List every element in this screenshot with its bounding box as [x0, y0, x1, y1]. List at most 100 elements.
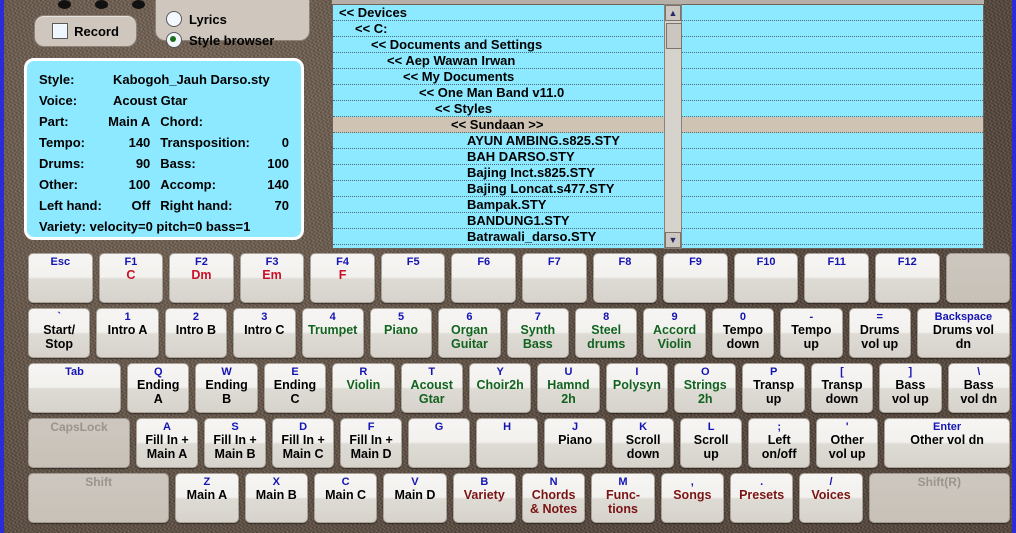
key-f8[interactable]: F8: [592, 253, 658, 303]
scrollbar-thumb[interactable]: [666, 23, 682, 49]
browser-row[interactable]: << Aep Wawan Irwan: [333, 53, 983, 69]
key-h[interactable]: H: [476, 418, 539, 468]
key-accord-violin[interactable]: 9 Accord Violin: [643, 308, 706, 358]
browser-row[interactable]: << Documents and Settings: [333, 37, 983, 53]
browser-row[interactable]: BANDUNG1.STY: [333, 213, 983, 229]
key-em[interactable]: F3 Em: [239, 253, 305, 303]
key-tempo-up[interactable]: - Tempo up: [780, 308, 843, 358]
radio-style-browser[interactable]: Style browser: [166, 32, 299, 48]
key-steel-drums[interactable]: 8 Steel drums: [575, 308, 638, 358]
key-f[interactable]: F4 F: [310, 253, 375, 303]
browser-row[interactable]: << C:: [333, 21, 983, 37]
key-fill-in-main-d[interactable]: F Fill In + Main D: [340, 418, 403, 468]
key-tempo-down[interactable]: 0 Tempo down: [711, 308, 775, 358]
key-start-stop[interactable]: ` Start/Stop: [28, 308, 91, 358]
key-piano[interactable]: 5 Piano: [369, 308, 433, 358]
key-intro-c[interactable]: 3 Intro C: [233, 308, 296, 358]
browser-row[interactable]: << One Man Band v11.0: [333, 85, 983, 101]
record-checkbox[interactable]: [52, 23, 69, 39]
info-label: Voice:: [39, 93, 78, 108]
key-f10[interactable]: F10: [733, 253, 799, 303]
key-esc[interactable]: Esc: [28, 253, 93, 303]
key-function-label: C: [126, 268, 136, 282]
browser-row[interactable]: << Devices: [333, 5, 983, 21]
key-intro-a[interactable]: 1 Intro A: [96, 308, 159, 358]
key-function-label: Transp down: [821, 378, 863, 406]
key-f12[interactable]: F12: [874, 253, 940, 303]
key-fill-in-main-c[interactable]: D Fill In + Main C: [272, 418, 335, 468]
key-acoust-gtar[interactable]: T Acoust Gtar: [400, 363, 463, 413]
key-chords-notes[interactable]: N Chords & Notes: [521, 473, 586, 523]
key-transp-up[interactable]: P Transp up: [742, 363, 805, 413]
key-strings-2h[interactable]: O Strings 2h: [674, 363, 737, 413]
key-function-label: Steel drums: [587, 323, 626, 351]
key-trumpet[interactable]: 4 Trumpet: [301, 308, 364, 358]
scroll-up-icon[interactable]: ▲: [665, 5, 681, 21]
virtual-keyboard[interactable]: Esc F1 C F2 Dm F3 Em F4 F F5 F6 F7 F8 F9 F10 F11 F12 ` Sta…: [0, 253, 1016, 533]
key-main-d[interactable]: V Main D: [383, 473, 447, 523]
key-main-a[interactable]: Z Main A: [175, 473, 239, 523]
key-g[interactable]: G: [408, 418, 471, 468]
key-drums-vol-up[interactable]: = Drums vol up: [848, 308, 911, 358]
key-function-label: Voices: [811, 488, 851, 502]
info-label-2: Transposition:: [160, 135, 250, 150]
key-drums-vol-dn[interactable]: Backspace Drums vol dn: [916, 308, 1010, 358]
key-c[interactable]: F1 C: [98, 253, 164, 303]
key-scroll-up[interactable]: L Scroll up: [680, 418, 743, 468]
key-main-b[interactable]: X Main B: [244, 473, 308, 523]
key-main-c[interactable]: C Main C: [313, 473, 378, 523]
key-tab[interactable]: Tab: [28, 363, 122, 413]
style-file-browser[interactable]: << Devices << C: << Documents and Settings…: [332, 4, 984, 249]
key-bass-vol-up[interactable]: ] Bass vol up: [879, 363, 942, 413]
key-f5[interactable]: F5: [380, 253, 446, 303]
radio-lyrics[interactable]: Lyrics: [166, 11, 299, 27]
key-function-label: Choir2h: [476, 378, 524, 392]
key-other-vol-up[interactable]: ' Other vol up: [816, 418, 879, 468]
key-hamnd-2h[interactable]: U Hamnd 2h: [537, 363, 600, 413]
record-button[interactable]: Record: [34, 15, 137, 47]
key-violin[interactable]: R Violin: [332, 363, 395, 413]
key-left-on-off[interactable]: ; Left on/off: [748, 418, 811, 468]
key-piano[interactable]: J Piano: [544, 418, 607, 468]
key-organ-guitar[interactable]: 6 Organ Guitar: [438, 308, 501, 358]
key-ending-a[interactable]: Q Ending A: [127, 363, 190, 413]
key-choir2h[interactable]: Y Choir2h: [468, 363, 532, 413]
key-ending-b[interactable]: W Ending B: [195, 363, 258, 413]
key-scroll-down[interactable]: K Scroll down: [612, 418, 675, 468]
keyboard-shift-row: Shift Z Main A X Main B C Main C V Main D B Variet…: [0, 473, 1016, 523]
key-f6[interactable]: F6: [451, 253, 517, 303]
key-songs[interactable]: , Songs: [660, 473, 724, 523]
key-presets[interactable]: . Presets: [730, 473, 794, 523]
info-value: Main A: [108, 114, 151, 129]
keyboard-qwerty-row: Tab Q Ending A W Ending B E Ending C R Violin T Acous…: [0, 363, 1016, 413]
key-func-tions[interactable]: M Func-tions: [591, 473, 655, 523]
key-polysyn[interactable]: I Polysyn: [605, 363, 669, 413]
key-bass-vol-dn[interactable]: \ Bass vol dn: [947, 363, 1010, 413]
browser-row[interactable]: << Sundaan >>: [333, 117, 983, 133]
browser-row[interactable]: Bajing Inct.s825.STY: [333, 165, 983, 181]
radio-style-browser-label: Style browser: [189, 32, 275, 48]
key-synth-bass[interactable]: 7 Synth Bass: [506, 308, 569, 358]
key-variety[interactable]: B Variety: [452, 473, 516, 523]
browser-row[interactable]: Bajing Loncat.s477.STY: [333, 181, 983, 197]
info-label: Left hand:: [39, 198, 102, 213]
key-fill-in-main-a[interactable]: A Fill In + Main A: [136, 418, 199, 468]
key-other-vol-dn[interactable]: Enter Other vol dn: [884, 418, 1011, 468]
browser-row[interactable]: AYUN AMBING.s825.STY: [333, 133, 983, 149]
browser-row[interactable]: Batrawali_darso.STY: [333, 229, 983, 245]
browser-row[interactable]: << My Documents: [333, 69, 983, 85]
key-ending-c[interactable]: E Ending C: [263, 363, 327, 413]
key-voices[interactable]: / Voices: [799, 473, 863, 523]
scroll-down-icon[interactable]: ▼: [665, 232, 681, 248]
key-f7[interactable]: F7: [522, 253, 587, 303]
key-intro-b[interactable]: 2 Intro B: [164, 308, 228, 358]
key-transp-down[interactable]: [Transp down: [810, 363, 874, 413]
browser-row[interactable]: BAH DARSO.STY: [333, 149, 983, 165]
key-f9[interactable]: F9: [663, 253, 728, 303]
browser-row[interactable]: << Styles: [333, 101, 983, 117]
key-fill-in-main-b[interactable]: S Fill In + Main B: [204, 418, 267, 468]
browser-scrollbar[interactable]: ▲ ▼: [664, 4, 682, 249]
key-f11[interactable]: F11: [804, 253, 869, 303]
key-dm[interactable]: F2 Dm: [169, 253, 234, 303]
browser-row[interactable]: Bampak.STY: [333, 197, 983, 213]
